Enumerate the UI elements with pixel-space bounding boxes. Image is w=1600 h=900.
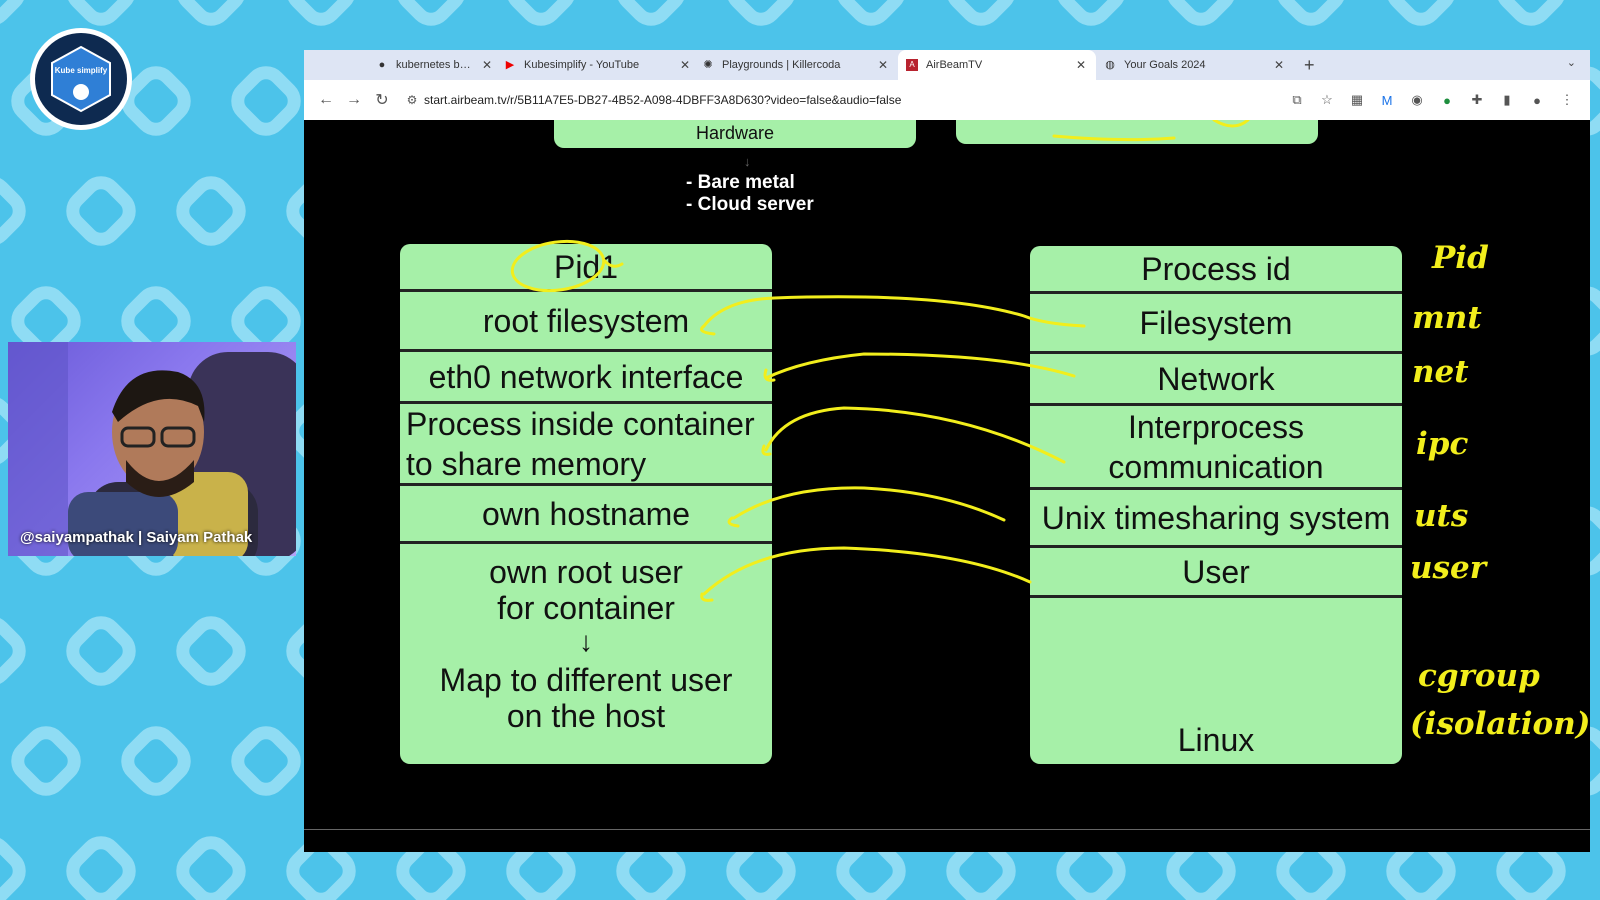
background-tile (57, 827, 145, 900)
annotation-uts: uts (1414, 498, 1469, 534)
new-tab-button[interactable]: + (1304, 55, 1315, 76)
logo-text: Kube simplify (55, 66, 108, 75)
background-tile (0, 827, 35, 900)
background-tile (222, 717, 310, 805)
tab-title: Playgrounds | Killercoda (722, 59, 841, 71)
close-icon[interactable]: ✕ (482, 58, 492, 72)
killercoda-icon: ✺ (703, 59, 713, 71)
background-tile (277, 0, 365, 35)
presenter-image (8, 342, 296, 556)
side-panel-icon[interactable]: ▮ (1492, 92, 1522, 108)
url-text[interactable]: start.airbeam.tv/r/5B11A7E5-DB27-4B52-A0… (424, 93, 1282, 107)
slide-content: Hardware ↓ - Bare metal - Cloud server P… (304, 120, 1590, 852)
background-tile (387, 0, 475, 35)
site-settings-icon[interactable]: ⚙ (400, 93, 424, 107)
github-icon: ● (378, 59, 386, 71)
annotation-user: user (1410, 550, 1487, 586)
close-icon[interactable]: ✕ (878, 58, 888, 72)
background-tile (167, 0, 255, 35)
globe-icon: ◍ (1105, 59, 1115, 71)
background-tile (1487, 0, 1575, 35)
background-tile (57, 167, 145, 255)
background-tile (0, 607, 35, 695)
presenter-name-label: @saiyampathak | Saiyam Pathak (20, 529, 253, 546)
background-tile (497, 0, 585, 35)
tab-title: AirBeamTV (926, 59, 983, 71)
annotation-lines (510, 120, 1250, 602)
close-icon[interactable]: ✕ (1274, 58, 1284, 72)
address-bar[interactable]: ⚙ start.airbeam.tv/r/5B11A7E5-DB27-4B52-… (400, 86, 1282, 114)
webcam-feed: @saiyampathak | Saiyam Pathak (8, 342, 296, 556)
annotation-net: net (1412, 354, 1469, 390)
annotation-mnt: mnt (1412, 300, 1482, 336)
tab-title: Your Goals 2024 (1124, 59, 1206, 71)
background-tile (222, 57, 310, 145)
back-icon[interactable]: ← (312, 91, 340, 109)
background-tile (1047, 0, 1135, 35)
tab-kubernetes-bootcamp[interactable]: ● kubernetes bootcamp part 1 ✕ (304, 50, 502, 80)
slide-bottom-divider (304, 829, 1590, 830)
kubesimplify-logo: Kube simplify (30, 28, 132, 130)
background-tile (1377, 0, 1465, 35)
kubesimplify-hexagon-icon: Kube simplify (51, 45, 111, 113)
background-tile (0, 167, 35, 255)
background-tile (0, 0, 35, 35)
background-tile (167, 167, 255, 255)
background-tile (112, 717, 200, 805)
browser-toolbar: ← → ↻ ⚙ start.airbeam.tv/r/5B11A7E5-DB27… (304, 80, 1590, 120)
browser-window: ● kubernetes bootcamp part 1 ✕ ▶ Kubesim… (304, 50, 1590, 852)
camera-extension-icon[interactable]: ◉ (1402, 92, 1432, 108)
background-tile (717, 0, 805, 35)
background-tile (1267, 0, 1355, 35)
grammarly-icon[interactable]: ● (1432, 93, 1462, 108)
background-tile (167, 607, 255, 695)
background-tile (827, 0, 915, 35)
annotation-cgroup: cgroup (1418, 658, 1540, 694)
youtube-icon: ▶ (505, 59, 515, 71)
tab-your-goals[interactable]: ◍ Your Goals 2024 ✕ (1096, 50, 1294, 80)
background-tile (57, 607, 145, 695)
background-tile (167, 827, 255, 900)
close-icon[interactable]: ✕ (1076, 58, 1086, 72)
tab-kubesimplify-youtube[interactable]: ▶ Kubesimplify - YouTube ✕ (502, 50, 700, 80)
forward-icon[interactable]: → (340, 91, 368, 109)
close-icon[interactable]: ✕ (680, 58, 690, 72)
background-tile (1157, 0, 1245, 35)
gmail-extension-icon[interactable]: M (1372, 93, 1402, 108)
extensions-puzzle-icon[interactable]: ✚ (1462, 92, 1492, 108)
annotation-isolation: (isolation) (1410, 706, 1590, 742)
profile-avatar-icon[interactable]: ● (1522, 93, 1552, 108)
annotation-ipc: ipc (1416, 426, 1469, 462)
extension-icon-1[interactable]: ▦ (1342, 92, 1372, 108)
tab-title: Kubesimplify - YouTube (524, 59, 640, 71)
menu-kebab-icon[interactable]: ⋮ (1552, 92, 1582, 108)
tab-bar: ● kubernetes bootcamp part 1 ✕ ▶ Kubesim… (304, 50, 1590, 80)
background-tile (937, 0, 1025, 35)
background-tile (2, 717, 90, 805)
airbeam-icon: A (906, 59, 918, 71)
bookmark-star-icon[interactable]: ☆ (1312, 92, 1342, 108)
tab-airbeamtv[interactable]: A AirBeamTV ✕ (898, 50, 1096, 80)
reload-icon[interactable]: ↻ (368, 90, 396, 110)
tab-title: kubernetes bootcamp part 1 (396, 59, 476, 71)
background-tile (607, 0, 695, 35)
annotation-pid: Pid (1432, 240, 1489, 276)
cast-icon[interactable]: ⧉ (1282, 92, 1312, 108)
tab-killercoda[interactable]: ✺ Playgrounds | Killercoda ✕ (700, 50, 898, 80)
tab-search-chevron-icon[interactable]: ⌄ (1567, 56, 1576, 69)
